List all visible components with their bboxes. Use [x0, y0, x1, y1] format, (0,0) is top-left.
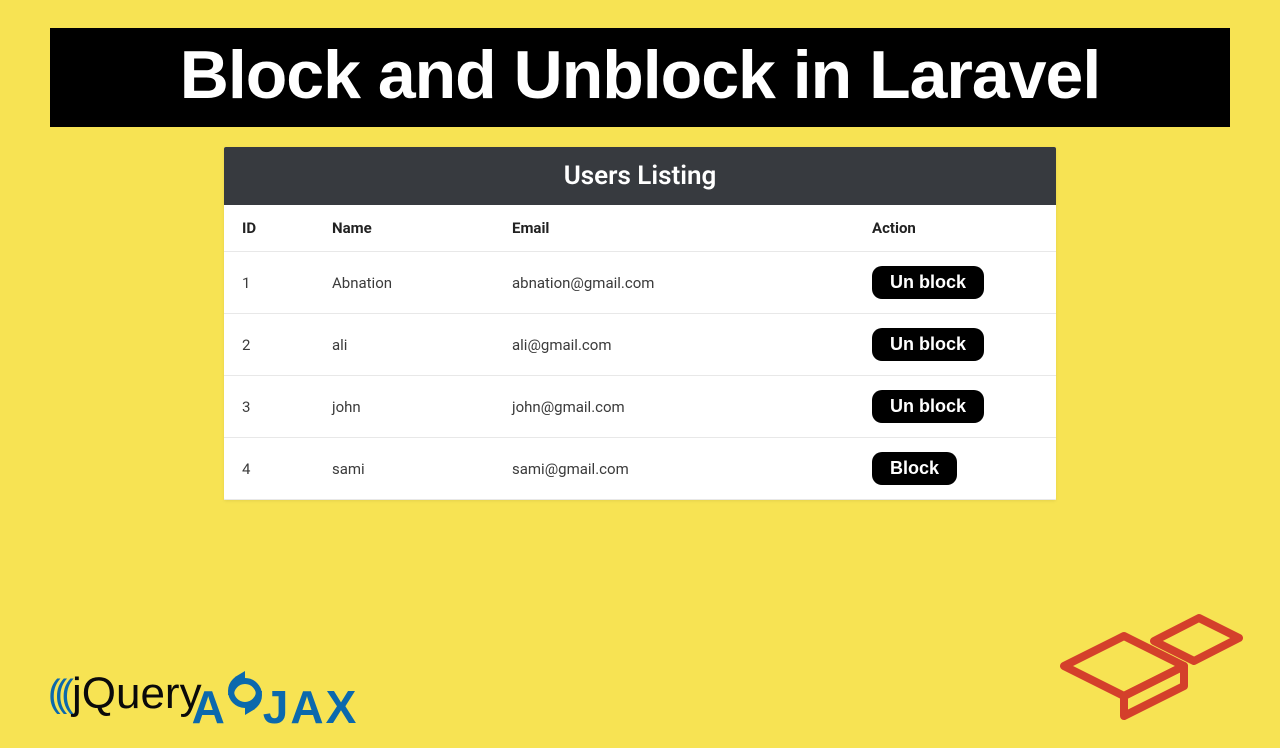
unblock-button[interactable]: Un block — [872, 390, 984, 423]
table-row: 3 john john@gmail.com Un block — [224, 376, 1056, 438]
unblock-button[interactable]: Un block — [872, 266, 984, 299]
unblock-button[interactable]: Un block — [872, 328, 984, 361]
col-name: Name — [314, 205, 494, 252]
cell-action: Un block — [854, 376, 1056, 438]
cell-id: 3 — [224, 376, 314, 438]
cell-name: john — [314, 376, 494, 438]
col-action: Action — [854, 205, 1056, 252]
jquery-text: jQuery — [72, 669, 202, 719]
ajax-logo: A JAX — [192, 680, 359, 734]
cell-email: ali@gmail.com — [494, 314, 854, 376]
ajax-a: A — [192, 680, 227, 734]
table-row: 1 Abnation abnation@gmail.com Un block — [224, 252, 1056, 314]
col-email: Email — [494, 205, 854, 252]
refresh-icon — [227, 671, 263, 724]
cell-action: Block — [854, 438, 1056, 500]
cell-email: john@gmail.com — [494, 376, 854, 438]
cell-action: Un block — [854, 252, 1056, 314]
cell-name: ali — [314, 314, 494, 376]
jquery-waves-icon: ((( — [48, 673, 68, 716]
block-button[interactable]: Block — [872, 452, 957, 485]
title-bar: Block and Unblock in Laravel — [50, 28, 1230, 127]
laravel-logo-icon — [1054, 596, 1244, 730]
cell-email: abnation@gmail.com — [494, 252, 854, 314]
cell-id: 2 — [224, 314, 314, 376]
cell-id: 4 — [224, 438, 314, 500]
col-id: ID — [224, 205, 314, 252]
page-title: Block and Unblock in Laravel — [70, 40, 1210, 111]
cell-action: Un block — [854, 314, 1056, 376]
table-row: 2 ali ali@gmail.com Un block — [224, 314, 1056, 376]
cell-name: sami — [314, 438, 494, 500]
cell-name: Abnation — [314, 252, 494, 314]
users-panel: Users Listing ID Name Email Action 1 Abn… — [224, 147, 1056, 500]
tech-logos: ((( jQuery A JAX — [48, 654, 358, 734]
jquery-logo: ((( jQuery — [48, 669, 202, 719]
users-table: ID Name Email Action 1 Abnation abnation… — [224, 205, 1056, 500]
panel-header: Users Listing — [224, 147, 1056, 205]
table-row: 4 sami sami@gmail.com Block — [224, 438, 1056, 500]
table-header-row: ID Name Email Action — [224, 205, 1056, 252]
ajax-jax: JAX — [263, 680, 358, 734]
cell-email: sami@gmail.com — [494, 438, 854, 500]
cell-id: 1 — [224, 252, 314, 314]
